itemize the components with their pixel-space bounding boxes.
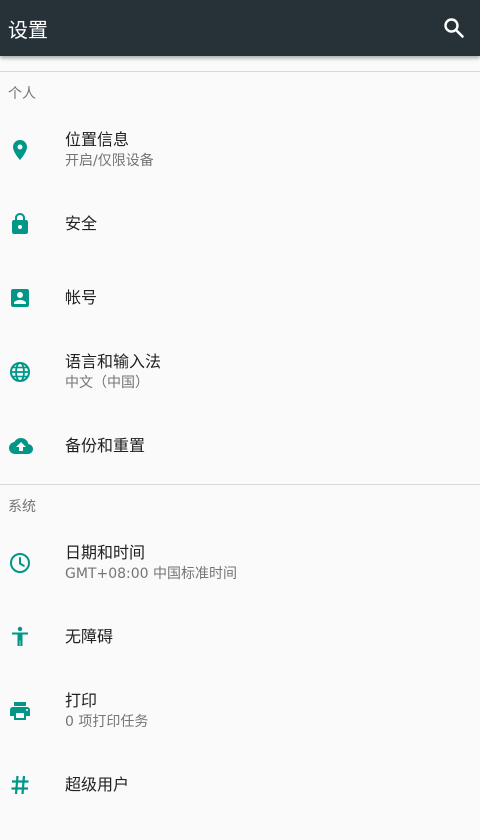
section-header-personal: 个人 bbox=[8, 85, 36, 102]
app-bar: 设置 bbox=[0, 0, 480, 56]
page-title: 设置 bbox=[8, 17, 48, 42]
setting-item-language[interactable]: 语言和输入法 中文（中国） bbox=[0, 335, 480, 409]
setting-item-label: 无障碍 bbox=[65, 627, 114, 646]
setting-item-accounts[interactable]: 帐号 bbox=[0, 261, 480, 335]
setting-item-security[interactable]: 安全 bbox=[0, 187, 480, 261]
accessibility-icon bbox=[12, 626, 28, 646]
printer-icon bbox=[10, 702, 30, 720]
setting-item-label: 安全 bbox=[65, 214, 98, 233]
hash-icon bbox=[11, 775, 29, 795]
settings-list: 个人 位置信息 开启/仅限设备 安全 帐号 语言和输入法 中文（中国） 备份和重… bbox=[0, 56, 480, 840]
setting-item-date-time[interactable]: 日期和时间 GMT+08:00 中国标准时间 bbox=[0, 526, 480, 600]
section-header-system: 系统 bbox=[8, 498, 36, 515]
setting-item-label: 日期和时间 bbox=[65, 543, 146, 562]
setting-item-accessibility[interactable]: 无障碍 bbox=[0, 600, 480, 674]
lock-icon bbox=[12, 213, 28, 234]
setting-item-summary: 中文（中国） bbox=[65, 375, 149, 391]
setting-item-label: 帐号 bbox=[65, 288, 98, 307]
setting-item-label: 备份和重置 bbox=[65, 436, 146, 455]
cloud-upload-icon bbox=[9, 438, 33, 454]
setting-item-backup-reset[interactable]: 备份和重置 bbox=[0, 409, 480, 483]
search-button[interactable] bbox=[436, 10, 472, 46]
setting-item-summary: GMT+08:00 中国标准时间 bbox=[65, 566, 238, 582]
setting-item-summary: 开启/仅限设备 bbox=[65, 153, 154, 169]
setting-item-summary: 0 项打印任务 bbox=[65, 714, 149, 730]
globe-icon bbox=[10, 362, 30, 382]
search-icon bbox=[444, 18, 464, 38]
location-pin-icon bbox=[13, 140, 27, 160]
setting-item-label: 超级用户 bbox=[65, 775, 130, 794]
setting-item-label: 语言和输入法 bbox=[65, 352, 162, 371]
setting-item-printing[interactable]: 打印 0 项打印任务 bbox=[0, 674, 480, 748]
setting-item-label: 打印 bbox=[65, 691, 98, 710]
setting-item-location[interactable]: 位置信息 开启/仅限设备 bbox=[0, 113, 480, 187]
setting-item-label: 位置信息 bbox=[65, 130, 130, 149]
setting-item-superuser[interactable]: 超级用户 bbox=[0, 748, 480, 822]
clock-icon bbox=[10, 553, 30, 573]
account-box-icon bbox=[11, 289, 29, 307]
